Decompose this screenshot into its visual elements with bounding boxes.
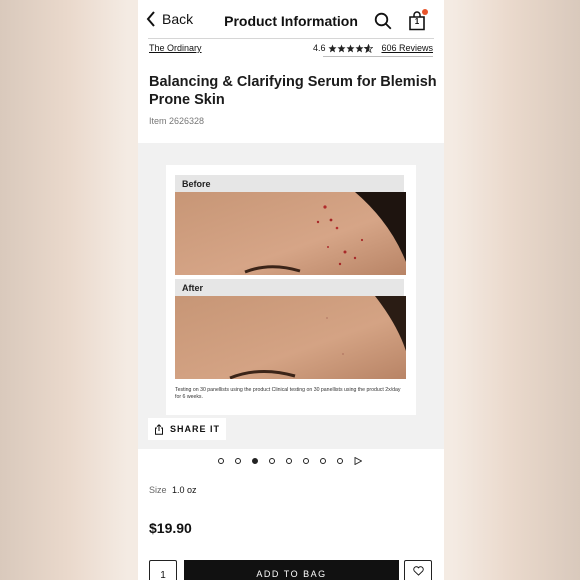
pagination-dot[interactable] [286, 458, 292, 464]
item-number: Item 2626328 [149, 116, 205, 126]
before-photo [175, 192, 406, 275]
share-button[interactable]: SHARE IT [148, 418, 227, 440]
pagination-dot-active[interactable] [252, 458, 258, 464]
phone-screen: Back Product Information 1 The Ordinary … [138, 0, 444, 580]
back-label: Back [162, 11, 194, 27]
share-icon [155, 423, 163, 435]
pagination-dot[interactable] [303, 458, 309, 464]
notification-dot [422, 9, 428, 15]
gallery-pagination [218, 457, 362, 465]
reviews-link[interactable]: 606 Reviews [381, 43, 433, 53]
nav-divider [148, 38, 434, 39]
pagination-dot[interactable] [269, 458, 275, 464]
star-icon [337, 43, 347, 52]
heart-icon [412, 566, 424, 576]
before-after-image: Before After Testing on 30 panellists us… [166, 165, 416, 415]
quantity-selector[interactable]: 1 [149, 560, 177, 580]
size-row: Size 1.0 oz [149, 485, 197, 495]
half-star-icon [364, 43, 374, 53]
reviews-underline [323, 56, 433, 57]
star-icon [328, 43, 338, 52]
pagination-dot[interactable] [337, 458, 343, 464]
bag-button[interactable]: 1 [408, 9, 428, 31]
after-photo [175, 296, 406, 379]
price: $19.90 [149, 520, 192, 536]
add-to-bag-button[interactable]: ADD TO BAG [184, 560, 399, 580]
product-title: Balancing & Clarifying Serum for Blemish… [149, 74, 437, 108]
image-caption: Testing on 30 panellists using the produ… [175, 387, 401, 400]
after-label: After [175, 279, 404, 296]
chevron-left-icon [146, 11, 155, 27]
brand-link[interactable]: The Ordinary [149, 43, 202, 53]
brand-rating-row: The Ordinary 4.6 606 Reviews [149, 43, 433, 57]
star-icon [346, 43, 356, 52]
bag-count: 1 [414, 17, 420, 26]
size-label: Size [149, 485, 167, 495]
wishlist-button[interactable] [404, 560, 432, 580]
before-label: Before [175, 175, 404, 192]
top-nav: Back Product Information 1 [138, 0, 444, 40]
image-gallery[interactable]: Before After Testing on 30 panellists us… [138, 143, 444, 449]
play-icon[interactable] [354, 457, 362, 465]
pagination-dot[interactable] [218, 458, 224, 464]
back-button[interactable]: Back [146, 11, 193, 27]
rating: 4.6 606 Reviews [313, 43, 433, 53]
rating-value: 4.6 [312, 43, 326, 53]
pagination-dot[interactable] [235, 458, 241, 464]
size-value: 1.0 oz [172, 485, 197, 495]
star-rating [328, 43, 374, 53]
share-label: SHARE IT [170, 424, 221, 434]
search-icon[interactable] [374, 12, 392, 30]
pagination-dot[interactable] [320, 458, 326, 464]
star-icon [355, 43, 365, 52]
